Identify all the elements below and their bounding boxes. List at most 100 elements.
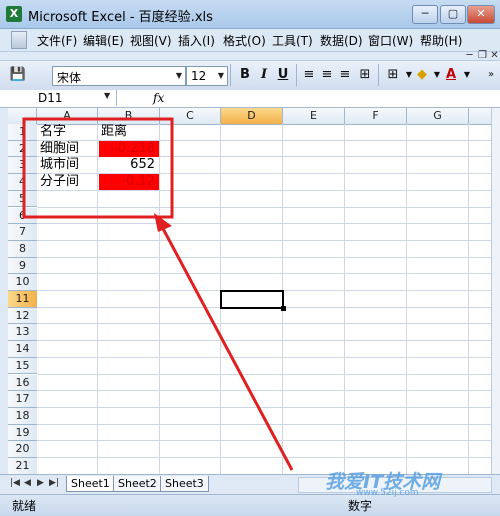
vertical-scrollbar[interactable] [491,108,500,474]
row-header-13[interactable]: 13 [8,324,37,341]
row-header-18[interactable]: 18 [8,408,37,425]
italic-button[interactable]: I [255,66,273,84]
status-bar [0,494,500,516]
gridline [37,207,491,208]
menu-help[interactable]: 帮助(H) [420,32,462,49]
close-button[interactable]: ✕ [467,5,495,24]
row-header-17[interactable]: 17 [8,391,37,408]
gridline [37,424,491,425]
row-header-6[interactable]: 6 [8,208,37,225]
row-header-8[interactable]: 8 [8,241,37,258]
row-header-1[interactable]: 1 [8,124,37,141]
cell-a3[interactable]: 城市间 [38,157,99,173]
gridline [37,407,491,408]
menu-format[interactable]: 格式(O) [223,32,266,49]
cell-a4[interactable]: 分子间 [38,174,99,190]
row-header-11[interactable]: 11 [8,291,37,308]
active-cell-cursor[interactable] [220,290,284,309]
font-size-value: 12 [191,69,206,83]
row-header-15[interactable]: 15 [8,358,37,375]
gridline [37,390,491,391]
row-header-9[interactable]: 9 [8,258,37,275]
toolbar-options-icon[interactable]: » [482,66,500,84]
menu-view[interactable]: 视图(V) [130,32,172,49]
row-header-20[interactable]: 20 [8,441,37,458]
column-header-f[interactable]: F [345,108,407,124]
cell-b4[interactable]: -0.12 [99,174,159,190]
menu-insert[interactable]: 插入(I) [178,32,215,49]
next-sheet-icon[interactable]: ▶ [37,478,44,488]
cell-a2[interactable]: 细胞间 [38,141,99,157]
sheet-tab-3[interactable]: Sheet3 [160,476,209,492]
bold-button[interactable]: B [236,66,254,84]
column-header-b[interactable]: B [98,108,160,124]
status-mode: 数字 [348,497,372,514]
toolbar-separator [296,64,297,86]
align-left-icon[interactable]: ≡ [300,66,318,84]
prev-sheet-icon[interactable]: ◀ [24,478,31,488]
chevron-down-icon[interactable]: ▼ [458,66,476,84]
name-box-value: D11 [38,91,63,105]
row-header-21[interactable]: 21 [8,458,37,474]
chevron-down-icon[interactable]: ▼ [104,91,110,100]
minimize-button[interactable]: ─ [412,5,438,24]
menu-file[interactable]: 文件(F) [37,32,77,49]
first-sheet-icon[interactable]: |◀ [10,478,20,488]
row-header-12[interactable]: 12 [8,308,37,325]
align-right-icon[interactable]: ≡ [336,66,354,84]
excel-app-icon[interactable]: X [6,6,22,22]
menu-tools[interactable]: 工具(T) [272,32,313,49]
workbook-menu-icon[interactable] [11,31,27,49]
cell-a1[interactable]: 名字 [38,124,99,140]
gridline [468,124,469,474]
toolbar-separator [230,64,231,86]
cell-b2[interactable]: -0.218 [99,141,159,157]
row-header-7[interactable]: 7 [8,224,37,241]
formula-input[interactable] [172,91,490,106]
gridline [37,440,491,441]
last-sheet-icon[interactable]: ▶| [49,478,59,488]
row-header-4[interactable]: 4 [8,174,37,191]
cell-b1[interactable]: 距离 [99,124,161,140]
column-header-c[interactable]: C [160,108,221,124]
maximize-button[interactable]: ▢ [440,5,466,24]
insert-function-icon[interactable]: fx [153,91,164,105]
font-size-select[interactable]: 12 ▼ [186,66,228,86]
spreadsheet-grid[interactable]: ABCDEFG 12345678910111213141516171819202… [8,108,491,474]
sheet-tab-2[interactable]: Sheet2 [113,476,162,492]
row-header-5[interactable]: 5 [8,191,37,208]
menu-data[interactable]: 数据(D) [320,32,363,49]
gridline [37,240,491,241]
row-header-16[interactable]: 16 [8,375,37,392]
menu-edit[interactable]: 编辑(E) [83,32,124,49]
window-title: Microsoft Excel - 百度经验.xls [28,6,213,25]
row-header-10[interactable]: 10 [8,274,37,291]
menu-window[interactable]: 窗口(W) [368,32,413,49]
fill-handle[interactable] [281,306,286,311]
select-all-corner[interactable] [8,108,37,124]
column-header-g[interactable]: G [407,108,469,124]
merge-center-icon[interactable]: ⊞ [356,66,374,84]
chevron-down-icon[interactable]: ▼ [173,67,185,85]
save-icon[interactable]: 💾 [9,66,27,84]
gridline [37,457,491,458]
sheet-tab-1[interactable]: Sheet1 [66,476,115,492]
row-header-2[interactable]: 2 [8,141,37,158]
gridline [37,374,491,375]
column-header-a[interactable]: A [37,108,98,124]
row-header-14[interactable]: 14 [8,341,37,358]
column-header-e[interactable]: E [283,108,345,124]
underline-button[interactable]: U [274,66,292,84]
align-center-icon[interactable]: ≡ [318,66,336,84]
gridline [37,357,491,358]
row-header-3[interactable]: 3 [8,157,37,174]
row-header-19[interactable]: 19 [8,425,37,442]
toolbar-separator [378,64,379,86]
chevron-down-icon[interactable]: ▼ [215,67,227,85]
cell-b3[interactable]: 652 [99,157,159,173]
column-header-d[interactable]: D [221,108,283,124]
column-headers: ABCDEFG [8,108,491,125]
name-box[interactable]: D11 ▼ [8,90,117,106]
font-name-select[interactable]: 宋体 ▼ [52,66,186,86]
font-name-value: 宋体 [57,69,81,86]
